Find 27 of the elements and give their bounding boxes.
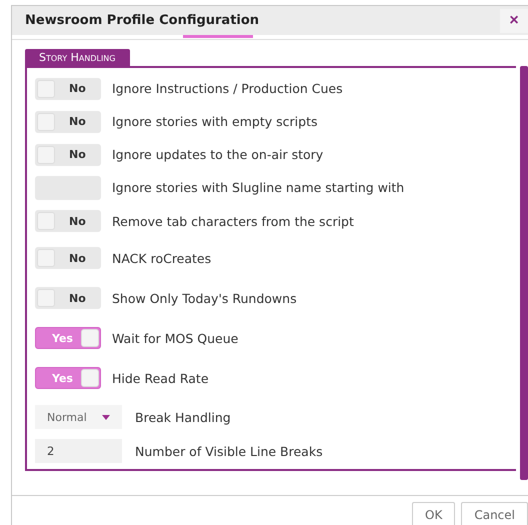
close-button[interactable]: × xyxy=(500,8,528,32)
caret-icon xyxy=(102,414,110,420)
window-title: Newsroom Profile Configuration xyxy=(25,13,260,28)
option-label: Remove tab characters from the script xyxy=(112,214,354,228)
cancel-button[interactable]: Cancel xyxy=(461,502,528,525)
scrollbar[interactable] xyxy=(520,66,528,480)
option-label: Wait for MOS Queue xyxy=(112,330,238,346)
section-tab[interactable]: Story Handling xyxy=(25,49,130,66)
option-label: Ignore stories with Slugline name starting with xyxy=(112,180,404,195)
input-field[interactable]: 2 xyxy=(35,439,122,463)
option-label: Ignore Instructions / Production Cues xyxy=(112,81,343,96)
toggle-switch[interactable]: No xyxy=(35,110,101,132)
option-label: Ignore updates to the on-air story xyxy=(112,147,324,162)
option-label: Number of Visible Line Breaks xyxy=(135,444,323,458)
toggle-switch[interactable]: No xyxy=(35,78,101,100)
tab-indicator xyxy=(183,35,253,38)
option-label: Break Handling xyxy=(135,410,231,424)
dropdown[interactable]: Normal xyxy=(35,405,122,429)
option-label: Ignore stories with empty scripts xyxy=(112,114,318,129)
toggle-switch[interactable]: No xyxy=(35,210,101,232)
ok-button[interactable]: OK xyxy=(412,502,456,525)
toggle-switch[interactable]: No xyxy=(35,287,101,309)
option-label: Show Only Today's Rundowns xyxy=(112,290,297,306)
option-label: NACK roCreates xyxy=(112,250,212,266)
toggle-switch[interactable]: No xyxy=(35,247,101,269)
toggle-switch[interactable]: No xyxy=(35,144,101,166)
option-label: Hide Read Rate xyxy=(112,370,209,386)
